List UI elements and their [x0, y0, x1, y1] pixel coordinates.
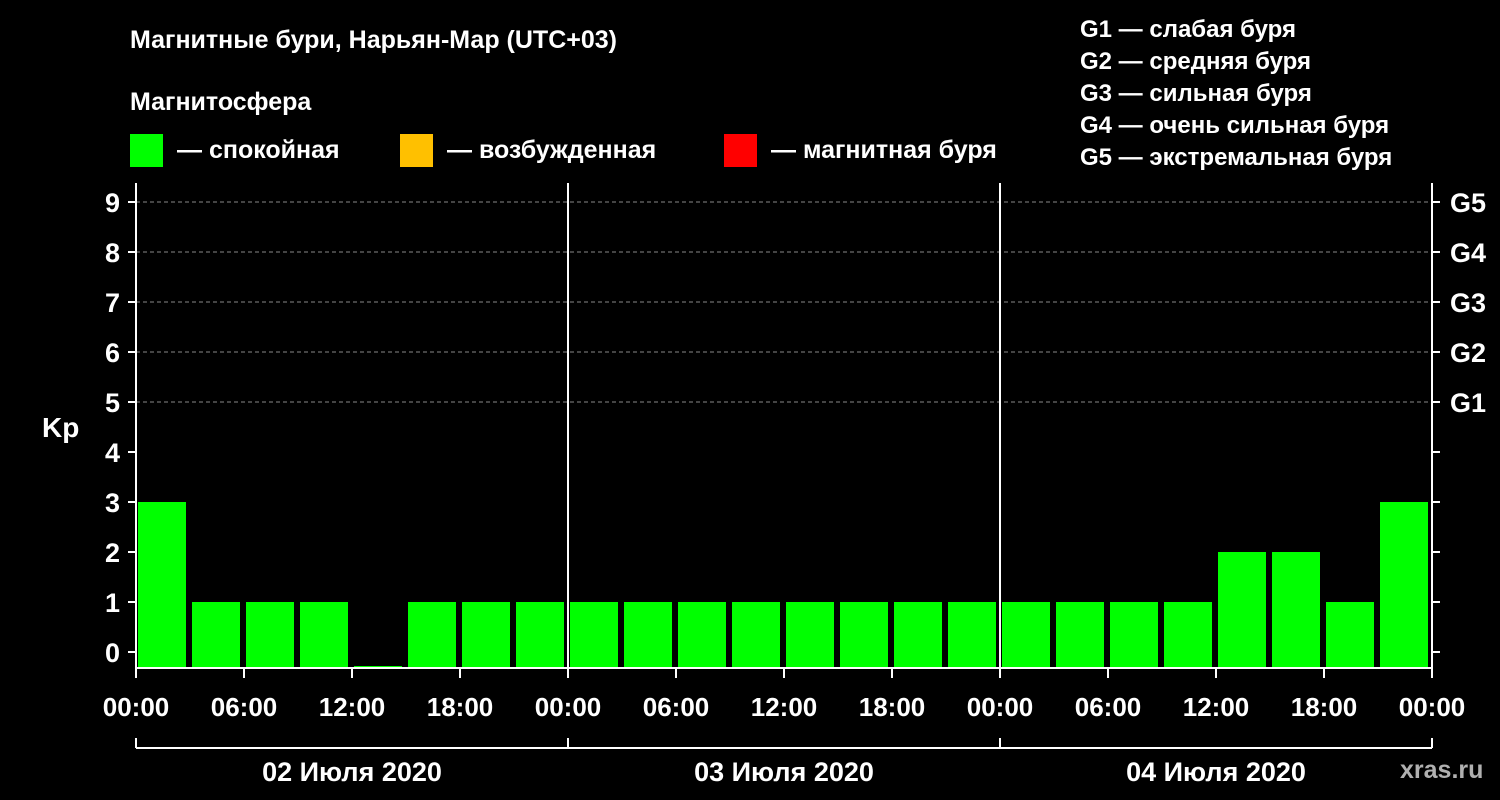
bar: [516, 602, 564, 668]
y-tick-label: 6: [105, 338, 120, 368]
y-tick-label: 1: [105, 588, 120, 618]
x-tick-label: 12:00: [1183, 692, 1250, 722]
legend-swatch-1: [400, 134, 433, 167]
x-tick-label: 00:00: [535, 692, 602, 722]
bar: [192, 602, 240, 668]
day-labels: 02 Июля 2020 03 Июля 2020 04 Июля 2020: [262, 757, 1306, 787]
bar: [570, 602, 618, 668]
watermark: xras.ru: [1400, 756, 1483, 784]
bar: [840, 602, 888, 668]
x-axis-labels: 00:00 06:00 12:00 18:00 00:00 06:00 12:00 18:00…: [103, 692, 1466, 722]
g-legend-item-5: G5 — экстремальная буря: [1080, 144, 1392, 171]
g-axis-labels: G1 G2 G3 G4 G5: [1450, 188, 1486, 418]
y-tick-label: 4: [105, 438, 120, 468]
bar: [1056, 602, 1104, 668]
g-legend-item-4: G4 — очень сильная буря: [1080, 112, 1389, 139]
g-legend-item-2: G2 — средняя буря: [1080, 48, 1311, 75]
magnetic-storm-chart: Магнитные бури, Нарьян-Мар (UTC+03) Магн…: [42, 16, 1486, 787]
x-tick-label: 18:00: [859, 692, 926, 722]
y-tick-label: 5: [105, 388, 120, 418]
legend-label-1: — возбужденная: [447, 136, 656, 164]
legend: — спокойная — возбужденная — магнитная бур…: [130, 134, 997, 167]
bar: [1164, 602, 1212, 668]
y-tick-label: 8: [105, 238, 120, 268]
x-tick-label: 00:00: [103, 692, 170, 722]
bar: [246, 602, 294, 668]
legend-label-0: — спокойная: [177, 136, 340, 164]
day-label: 04 Июля 2020: [1126, 757, 1306, 787]
y-tick-label: 0: [105, 638, 120, 668]
grid: [136, 201, 1432, 403]
x-tick-label: 12:00: [751, 692, 818, 722]
chart-title: Магнитные бури, Нарьян-Мар (UTC+03): [130, 26, 617, 54]
day-label: 02 Июля 2020: [262, 757, 442, 787]
x-tick-label: 00:00: [967, 692, 1034, 722]
bar: [1218, 552, 1266, 668]
legend-swatch-2: [724, 134, 757, 167]
y-axis-labels: 0 1 2 3 4 5 6 7 8 9: [105, 188, 120, 668]
x-tick-label: 00:00: [1399, 692, 1466, 722]
bar: [948, 602, 996, 668]
g-scale-legend: G1 — слабая буря G2 — средняя буря G3 — си…: [1080, 16, 1392, 171]
bar: [300, 602, 348, 668]
x-tick-label: 06:00: [1075, 692, 1142, 722]
legend-label-2: — магнитная буря: [771, 136, 997, 164]
bar: [1272, 552, 1320, 668]
g-tick-label: G2: [1450, 338, 1486, 368]
g-tick-label: G4: [1450, 238, 1486, 268]
x-tick-label: 18:00: [1291, 692, 1358, 722]
bar: [1326, 602, 1374, 668]
bar: [1002, 602, 1050, 668]
x-tick-label: 06:00: [211, 692, 278, 722]
bar: [1380, 502, 1428, 668]
x-tick-label: 12:00: [319, 692, 386, 722]
bar: [408, 602, 456, 668]
bar: [894, 602, 942, 668]
legend-swatch-0: [130, 134, 163, 167]
bars: [138, 502, 1428, 668]
y-tick-label: 9: [105, 188, 120, 218]
g-tick-label: G1: [1450, 388, 1486, 418]
y-tick-label: 3: [105, 488, 120, 518]
legend-title: Магнитосфера: [130, 88, 312, 116]
bar: [732, 602, 780, 668]
g-legend-item-1: G1 — слабая буря: [1080, 16, 1296, 43]
x-tick-label: 18:00: [427, 692, 494, 722]
bar: [138, 502, 186, 668]
g-tick-label: G5: [1450, 188, 1486, 218]
g-legend-item-3: G3 — сильная буря: [1080, 80, 1312, 107]
y-axis-title: Kp: [42, 412, 79, 443]
bar: [624, 602, 672, 668]
bar: [678, 602, 726, 668]
bar: [786, 602, 834, 668]
bar: [462, 602, 510, 668]
g-tick-label: G3: [1450, 288, 1486, 318]
y-tick-label: 7: [105, 288, 120, 318]
x-tick-label: 06:00: [643, 692, 710, 722]
y-tick-label: 2: [105, 538, 120, 568]
day-label: 03 Июля 2020: [694, 757, 874, 787]
bar: [1110, 602, 1158, 668]
